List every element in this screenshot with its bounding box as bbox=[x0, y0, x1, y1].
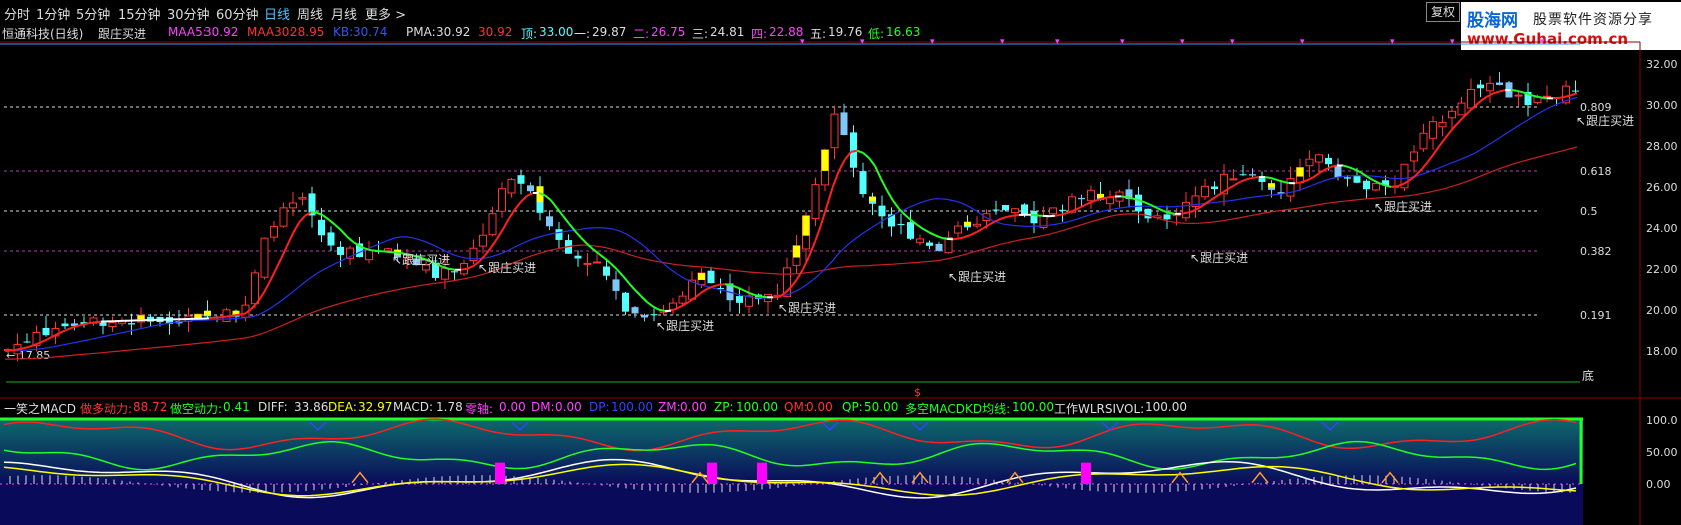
svg-text:▾: ▾ bbox=[1540, 37, 1545, 47]
svg-text:▾: ▾ bbox=[930, 37, 935, 47]
macd-tick: 50.00 bbox=[1646, 446, 1678, 459]
svg-text:▾: ▾ bbox=[1180, 37, 1185, 47]
buy-signal-label: ↖跟庄买进 bbox=[1374, 199, 1432, 214]
fib-label-0191: 0.191 bbox=[1580, 309, 1612, 322]
chart-canvas: 32.00 30.00 28.00 26.00 24.00 22.00 20.0… bbox=[0, 37, 1681, 525]
bottom-label: 底 bbox=[1582, 368, 1594, 383]
buy-signal-label: ↖跟庄买进 bbox=[478, 260, 536, 275]
signal-marker: $ bbox=[914, 386, 921, 399]
fib-levels: 0.809 0.618 0.5 0.382 0.191 bbox=[4, 101, 1612, 322]
fib-label-0809: 0.809 bbox=[1580, 101, 1612, 114]
macd-tick: 0.00 bbox=[1646, 478, 1671, 491]
svg-text:▾: ▾ bbox=[1300, 37, 1305, 47]
macd-tick: 100.0 bbox=[1646, 414, 1678, 427]
price-tick: 20.00 bbox=[1646, 304, 1678, 317]
svg-text:▾: ▾ bbox=[1055, 37, 1060, 47]
svg-text:▾: ▾ bbox=[800, 37, 805, 47]
ma30-line bbox=[4, 146, 1578, 360]
price-tick: 30.00 bbox=[1646, 99, 1678, 112]
svg-text:▾: ▾ bbox=[1230, 37, 1235, 47]
buy-signal-label: ↖跟庄买进 bbox=[948, 269, 1006, 284]
price-tick: 22.00 bbox=[1646, 263, 1678, 276]
fib-label-05: 0.5 bbox=[1580, 205, 1598, 218]
price-tick: 24.00 bbox=[1646, 222, 1678, 235]
buy-signal-label: ↖跟庄买进 bbox=[392, 252, 450, 267]
svg-text:▾: ▾ bbox=[1120, 37, 1125, 47]
price-tick: 18.00 bbox=[1646, 345, 1678, 358]
svg-text:▾: ▾ bbox=[1000, 37, 1005, 47]
fib-label-0618: 0.618 bbox=[1580, 165, 1612, 178]
price-tick: 28.00 bbox=[1646, 140, 1678, 153]
buy-signal-label: ↖跟庄买进 bbox=[1190, 250, 1248, 265]
macd-bg-lower bbox=[0, 485, 1583, 525]
price-tick: 32.00 bbox=[1646, 58, 1678, 71]
macd-axis: 100.0 50.00 0.00 bbox=[1646, 414, 1678, 491]
buy-signals: ↖跟庄买进 ↖跟庄买进 ↖跟庄买进 ↖跟庄买进 ↖跟庄买进 ↖跟庄买进 ↖跟庄买… bbox=[392, 113, 1634, 333]
price-tick: 26.00 bbox=[1646, 181, 1678, 194]
buy-signal-label: ↖跟庄买进 bbox=[778, 300, 836, 315]
svg-text:▾: ▾ bbox=[860, 37, 865, 47]
svg-text:▾: ▾ bbox=[1390, 37, 1395, 47]
buy-signal-label: ↖跟庄买进 bbox=[656, 318, 714, 333]
fib-label-0382: 0.382 bbox=[1580, 245, 1612, 258]
svg-text:▾: ▾ bbox=[1450, 37, 1455, 47]
price-axis: 32.00 30.00 28.00 26.00 24.00 22.00 20.0… bbox=[1646, 58, 1678, 358]
buy-signal-label: ↖跟庄买进 bbox=[1576, 113, 1634, 128]
